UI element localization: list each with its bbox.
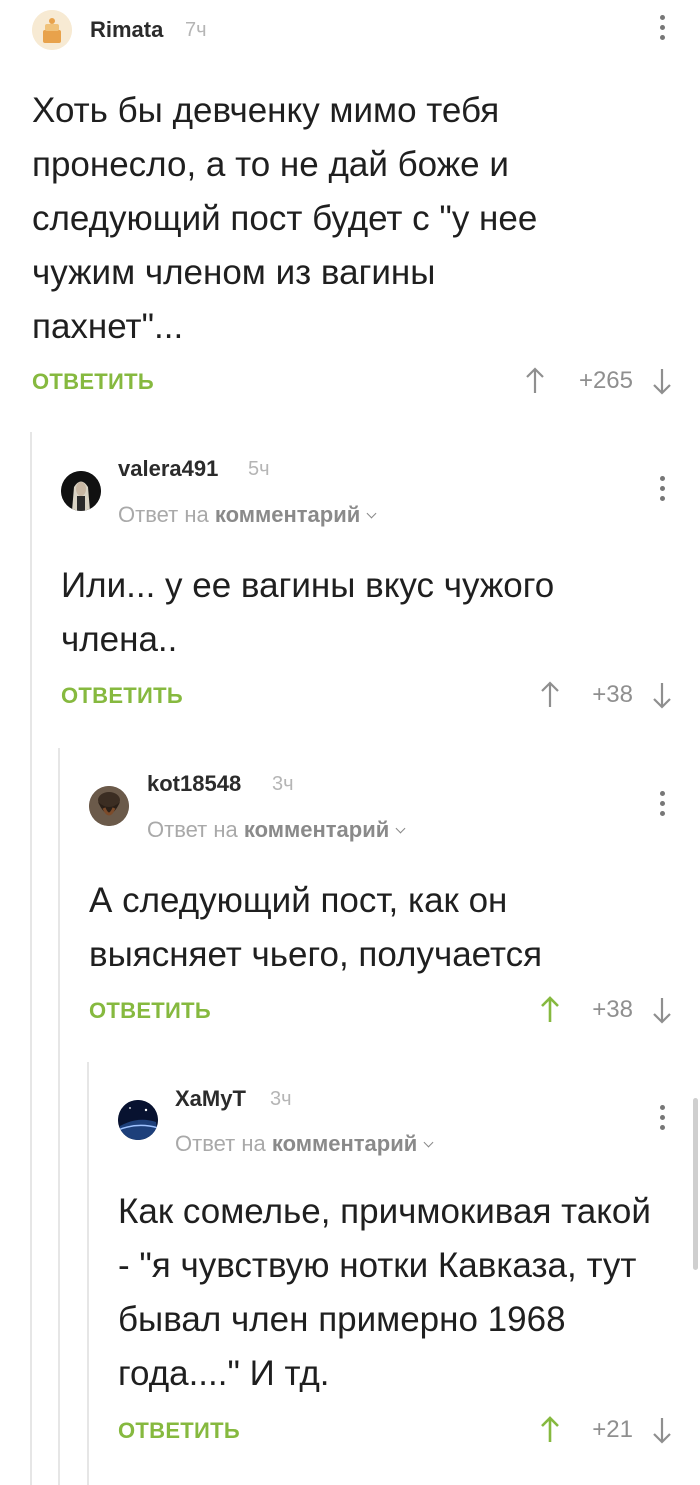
reply-to[interactable]: Ответ на комментарий: [175, 1131, 434, 1157]
arrow-up-icon[interactable]: [524, 366, 546, 396]
user-avatar[interactable]: [118, 1100, 158, 1140]
arrow-down-icon[interactable]: [651, 680, 673, 710]
more-vertical-icon[interactable]: [656, 791, 668, 819]
timestamp: 3ч: [272, 773, 294, 795]
timestamp: 7ч: [185, 19, 207, 41]
reply-to-link[interactable]: комментарий: [215, 502, 360, 527]
arrow-down-icon[interactable]: [651, 366, 673, 396]
arrow-down-icon[interactable]: [651, 1415, 673, 1445]
reply-to[interactable]: Ответ на комментарий: [147, 817, 406, 843]
timestamp: 5ч: [248, 458, 270, 480]
reply-to-prefix: Ответ на: [147, 817, 238, 842]
reply-to[interactable]: Ответ на комментарий: [118, 502, 377, 528]
comment: Rimata 7ч Хоть бы девченку мимо тебя про…: [0, 0, 700, 410]
comment-text: Как сомелье, причмокивая такой - "я чувс…: [118, 1192, 651, 1393]
comment: ХаМуТ 3ч Ответ на комментарий Как сомель…: [0, 1070, 700, 1480]
more-vertical-icon[interactable]: [656, 15, 668, 43]
timestamp: 3ч: [270, 1088, 292, 1110]
username[interactable]: ХаМуТ: [175, 1086, 246, 1112]
chevron-down-icon[interactable]: [423, 1137, 434, 1148]
scrollbar[interactable]: [693, 1098, 698, 1270]
more-vertical-icon[interactable]: [656, 1105, 668, 1133]
chevron-down-icon[interactable]: [395, 823, 406, 834]
username[interactable]: Rimata: [90, 17, 163, 43]
comment-text: Хоть бы девченку мимо тебя пронесло, а т…: [32, 91, 538, 346]
comment: valera491 5ч Ответ на комментарий Или...…: [0, 440, 700, 740]
rating: +265: [578, 367, 633, 394]
reply-to-link[interactable]: комментарий: [272, 1131, 417, 1156]
rating: +38: [592, 996, 633, 1023]
user-avatar[interactable]: [61, 471, 101, 511]
username[interactable]: valera491: [118, 456, 218, 482]
reply-button[interactable]: ОТВЕТИТЬ: [89, 998, 211, 1024]
rating: +38: [592, 681, 633, 708]
more-vertical-icon[interactable]: [656, 476, 668, 504]
reply-button[interactable]: ОТВЕТИТЬ: [118, 1418, 240, 1444]
user-avatar[interactable]: [89, 786, 129, 826]
username[interactable]: kot18548: [147, 771, 241, 797]
rating: +21: [592, 1416, 633, 1443]
comment: kot18548 3ч Ответ на комментарий А следу…: [0, 755, 700, 1055]
arrow-down-icon[interactable]: [651, 995, 673, 1025]
reply-to-prefix: Ответ на: [175, 1131, 266, 1156]
reply-to-prefix: Ответ на: [118, 502, 209, 527]
reply-button[interactable]: ОТВЕТИТЬ: [61, 683, 183, 709]
arrow-up-icon[interactable]: [539, 1415, 561, 1445]
reply-button[interactable]: ОТВЕТИТЬ: [32, 369, 154, 395]
comment-text: Или... у ее вагины вкус чужого члена..: [61, 566, 555, 659]
comment-text: А следующий пост, как он выясняет чьего,…: [89, 881, 543, 974]
reply-to-link[interactable]: комментарий: [244, 817, 389, 842]
arrow-up-icon[interactable]: [539, 680, 561, 710]
chevron-down-icon[interactable]: [366, 508, 377, 519]
arrow-up-icon[interactable]: [539, 995, 561, 1025]
user-avatar[interactable]: [32, 10, 72, 50]
